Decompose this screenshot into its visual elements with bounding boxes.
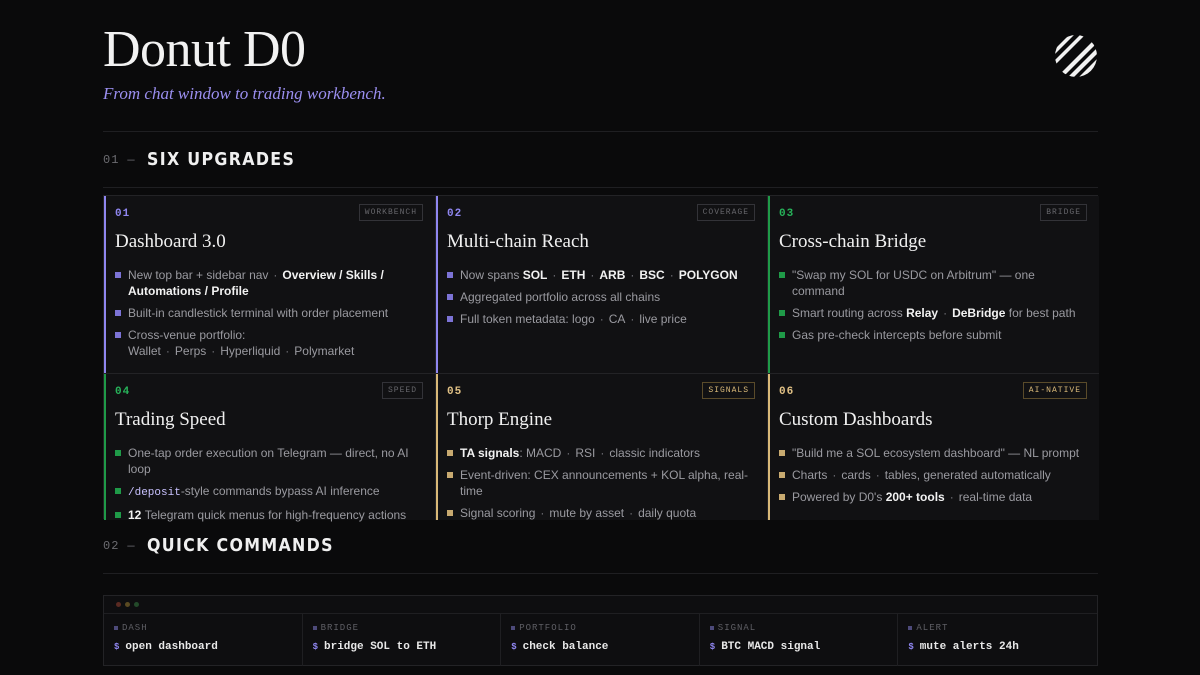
upgrade-card-speed: 04 SPEED Trading Speed One-tap order exe…: [104, 374, 436, 523]
accent-bar: [768, 374, 770, 520]
list-item: Smart routing across Relay · DeBridge for …: [779, 305, 1087, 321]
square-bullet-icon: [114, 626, 118, 630]
section-number: 02: [103, 538, 120, 553]
list-item: Event-driven: CEX announcements + KOL al…: [447, 467, 755, 499]
accent-bar: [104, 196, 106, 373]
command-text: bridge SOL to ETH: [324, 641, 437, 653]
card-items: "Build me a SOL ecosystem dashboard" — N…: [779, 445, 1087, 505]
page-title: Donut D0: [103, 21, 306, 78]
prompt-symbol: $: [511, 642, 517, 652]
section-number: 01: [103, 152, 120, 167]
list-item: Charts · cards · tables, generated automatic…: [779, 467, 1087, 483]
upgrade-card-thorp: 05 SIGNALS Thorp Engine TA signals: MACD…: [436, 374, 768, 520]
section-title: QUICK COMMANDS: [146, 535, 334, 556]
card-title: Trading Speed: [115, 409, 226, 430]
upgrade-card-dashboards: 06 AI-NATIVE Custom Dashboards "Build me…: [768, 374, 1099, 520]
command-text: check balance: [522, 641, 609, 653]
list-item: Cross-venue portfolio: Wallet · Perps · Hype…: [115, 327, 423, 359]
card-tag: COVERAGE: [696, 204, 755, 221]
list-item: "Build me a SOL ecosystem dashboard" — N…: [779, 445, 1087, 461]
card-tag: SPEED: [381, 382, 423, 399]
window-dots: [104, 596, 1097, 614]
card-title: Custom Dashboards: [779, 409, 933, 430]
list-item: Built-in candlestick terminal with order…: [115, 305, 423, 321]
command-label: SIGNAL: [717, 623, 757, 633]
card-items: One-tap order execution on Telegram — di…: [115, 445, 423, 523]
card-tag: BRIDGE: [1040, 204, 1087, 221]
page-subtitle: From chat window to trading workbench.: [103, 84, 386, 103]
card-title: Dashboard 3.0: [115, 231, 226, 252]
command-text: BTC MACD signal: [721, 641, 821, 653]
card-title: Cross-chain Bridge: [779, 231, 927, 252]
section-title: SIX UPGRADES: [146, 149, 295, 170]
upgrades-grid: 01 WORKBENCH Dashboard 3.0 New top bar +…: [103, 195, 1099, 523]
green-dot-icon: [134, 602, 139, 607]
page-header: Donut D0 From chat window to trading wor…: [103, 20, 1098, 132]
command-bridge[interactable]: BRIDGE $ bridge SOL to ETH: [303, 614, 502, 666]
prompt-symbol: $: [114, 642, 120, 652]
list-item: Powered by D0's 200+ tools · real-time dat…: [779, 489, 1087, 505]
yellow-dot-icon: [125, 602, 130, 607]
list-item: Gas pre-check intercepts before submit: [779, 327, 1087, 343]
command-dash[interactable]: DASH $ open dashboard: [104, 614, 303, 666]
card-items: New top bar + sidebar nav · Overview / Ski…: [115, 267, 423, 359]
list-item: /deposit-style commands bypass AI infere…: [115, 483, 423, 501]
section-heading-upgrades: 01 — SIX UPGRADES: [103, 132, 1098, 188]
command-text: open dashboard: [125, 641, 218, 653]
striped-circle-logo-icon: [1055, 35, 1097, 77]
section-heading-commands: 02 — QUICK COMMANDS: [103, 518, 1098, 574]
command-label: DASH: [122, 623, 148, 633]
card-items: Now spans SOL · ETH · ARB · BSC · POLYGON Aggreg…: [447, 267, 755, 327]
card-items: "Swap my SOL for USDC on Arbitrum" — one…: [779, 267, 1087, 343]
list-item: Aggregated portfolio across all chains: [447, 289, 755, 305]
card-tag: SIGNALS: [702, 382, 755, 399]
list-item: New top bar + sidebar nav · Overview / Ski…: [115, 267, 423, 299]
card-items: TA signals: MACD · RSI · classic indicators …: [447, 445, 755, 521]
list-item: One-tap order execution on Telegram — di…: [115, 445, 423, 477]
accent-bar: [436, 374, 438, 520]
card-number: 04: [115, 386, 131, 398]
square-bullet-icon: [908, 626, 913, 630]
upgrade-card-dashboard: 01 WORKBENCH Dashboard 3.0 New top bar +…: [104, 196, 436, 374]
card-title: Thorp Engine: [447, 409, 553, 430]
list-item: Now spans SOL · ETH · ARB · BSC · POLYGON: [447, 267, 755, 283]
list-item: "Swap my SOL for USDC on Arbitrum" — one…: [779, 267, 1087, 299]
card-tag: WORKBENCH: [358, 204, 423, 221]
accent-bar: [104, 374, 106, 520]
section-dash: —: [127, 152, 135, 167]
card-title: Multi-chain Reach: [447, 231, 589, 252]
command-label: BRIDGE: [320, 623, 359, 633]
command-label: ALERT: [916, 623, 949, 633]
square-bullet-icon: [511, 626, 516, 630]
command-list: DASH $ open dashboard BRIDGE $ bridge SOL …: [104, 614, 1097, 666]
command-text: mute alerts 24h: [919, 641, 1019, 653]
quick-commands-terminal: DASH $ open dashboard BRIDGE $ bridge SOL …: [103, 595, 1098, 666]
square-bullet-icon: [709, 626, 714, 630]
card-tag: AI-NATIVE: [1022, 382, 1087, 399]
accent-bar: [436, 196, 438, 373]
square-bullet-icon: [312, 626, 317, 630]
prompt-symbol: $: [312, 642, 318, 652]
section-dash: —: [127, 538, 135, 553]
command-alert[interactable]: ALERT $ mute alerts 24h: [898, 614, 1097, 666]
upgrade-card-multichain: 02 COVERAGE Multi-chain Reach Now spans …: [436, 196, 768, 374]
command-label: PORTFOLIO: [519, 623, 577, 633]
accent-bar: [768, 196, 770, 373]
list-item: Full token metadata: logo · CA · live price: [447, 311, 755, 327]
command-signal[interactable]: SIGNAL $ BTC MACD signal: [700, 614, 899, 666]
list-item: TA signals: MACD · RSI · classic indicators: [447, 445, 755, 461]
red-dot-icon: [116, 602, 121, 607]
inline-code: /deposit: [128, 487, 181, 499]
upgrade-card-bridge: 03 BRIDGE Cross-chain Bridge "Swap my SO…: [768, 196, 1099, 374]
command-portfolio[interactable]: PORTFOLIO $ check balance: [501, 614, 700, 666]
prompt-symbol: $: [709, 642, 716, 652]
prompt-symbol: $: [908, 642, 914, 652]
